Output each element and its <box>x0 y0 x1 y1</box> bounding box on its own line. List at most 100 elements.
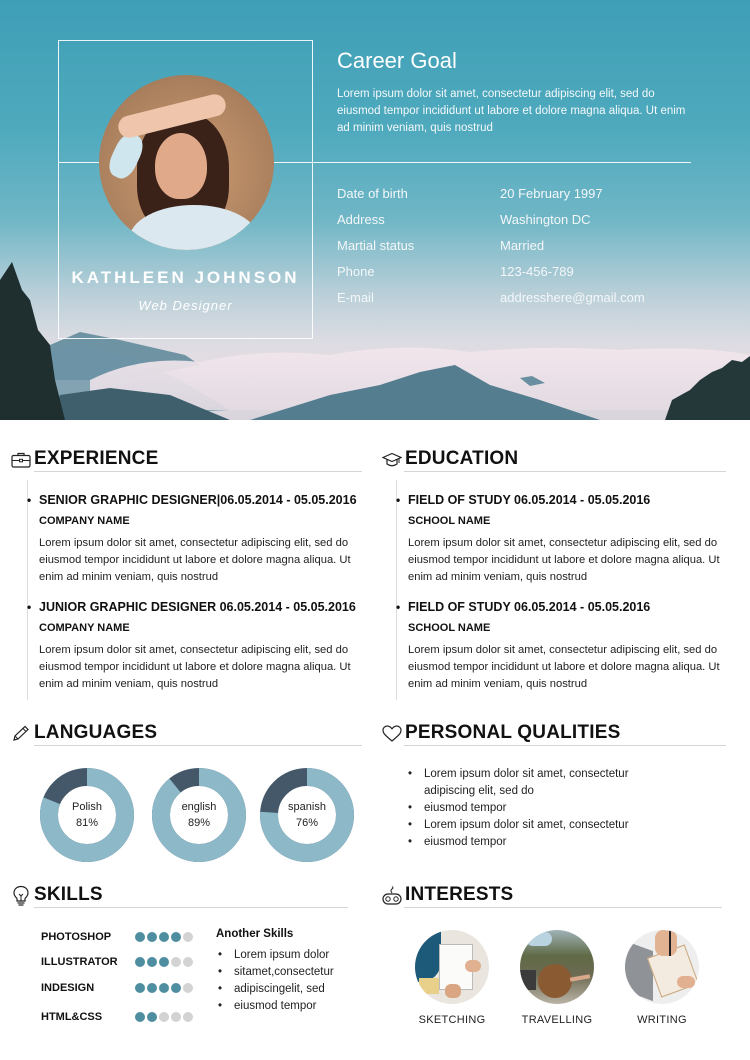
skill-name: INDESIGN <box>41 982 95 994</box>
skill-row: ILLUSTRATOR <box>41 956 193 968</box>
skill-dot-filled <box>135 983 145 993</box>
skill-dot-filled <box>159 957 169 967</box>
quality-item: eiusmod tempor <box>408 800 678 817</box>
graduation-cap-icon <box>381 450 403 470</box>
info-row-marital-status: Martial status Married <box>337 238 717 264</box>
language-percent: 81% <box>75 817 99 829</box>
skill-rating <box>135 1012 193 1022</box>
skill-dot-empty <box>183 983 193 993</box>
info-row-address: Address Washington DC <box>337 212 717 238</box>
info-row-phone: Phone 123-456-789 <box>337 264 717 290</box>
skill-dot-empty <box>183 932 193 942</box>
another-skill-item: adipiscingelit, sed <box>218 981 334 998</box>
job-description: Lorem ipsum dolor sit amet, consectetur … <box>39 644 351 690</box>
interest-item: WRITING <box>617 930 707 1026</box>
field-of-study-dates: FIELD OF STUDY 06.05.2014 - 05.05.2016 <box>396 600 738 614</box>
language-label: spanish 76% <box>260 799 354 831</box>
education-description: Lorem ipsum dolor sit amet, consectetur … <box>408 644 720 690</box>
info-label: Date of birth <box>337 186 408 201</box>
info-value: Married <box>500 238 545 253</box>
interest-label: WRITING <box>637 1014 687 1026</box>
education-timeline <box>396 480 397 700</box>
another-skills-list: Lorem ipsum dolor sitamet,consectetur ad… <box>218 947 334 1015</box>
school-name: SCHOOL NAME <box>408 622 491 634</box>
language-label: Polish 81% <box>40 799 134 831</box>
profile-job-title: Web Designer <box>138 298 233 313</box>
sketching-photo <box>415 930 489 1004</box>
language-percent: 89% <box>187 817 211 829</box>
info-label: Phone <box>337 264 375 279</box>
language-percent: 76% <box>295 817 319 829</box>
profile-name: KATHLEEN JOHNSON <box>71 268 300 287</box>
language-name: Polish <box>72 801 102 813</box>
writing-photo <box>625 930 699 1004</box>
header-banner: KATHLEEN JOHNSON Web Designer Career Goa… <box>0 0 750 420</box>
skill-name: HTML&CSS <box>41 1011 103 1023</box>
pencil-icon <box>10 724 32 744</box>
skill-row: INDESIGN <box>41 982 193 994</box>
skill-dot-filled <box>147 932 157 942</box>
another-skills-title: Another Skills <box>216 928 294 940</box>
education-heading: EDUCATION <box>381 448 518 470</box>
personal-qualities-list: Lorem ipsum dolor sit amet, consectetur … <box>408 766 678 851</box>
job-title-dates: JUNIOR GRAPHIC DESIGNER 06.05.2014 - 05.… <box>27 600 369 614</box>
personal-info-table: Date of birth 20 February 1997 Address W… <box>337 186 717 316</box>
interests-heading: INTERESTS <box>381 884 513 906</box>
education-description: Lorem ipsum dolor sit amet, consectetur … <box>408 537 720 583</box>
personal-qualities-rule <box>404 745 726 746</box>
skill-dot-filled <box>159 983 169 993</box>
skill-rating <box>135 957 193 967</box>
job-description: Lorem ipsum dolor sit amet, consectetur … <box>39 537 351 583</box>
skill-name: ILLUSTRATOR <box>41 956 118 968</box>
section-title: EXPERIENCE <box>34 448 159 469</box>
interest-item: TRAVELLING <box>512 930 602 1026</box>
skill-dot-empty <box>183 1012 193 1022</box>
career-goal-heading: Career Goal <box>337 48 457 73</box>
info-label: E-mail <box>337 290 374 305</box>
personal-qualities-heading: PERSONAL QUALITIES <box>381 722 620 744</box>
language-label: english 89% <box>152 799 246 831</box>
languages-heading: LANGUAGES <box>10 722 157 744</box>
another-skill-item: eiusmod tempor <box>218 998 334 1015</box>
section-title: PERSONAL QUALITIES <box>405 722 621 743</box>
briefcase-icon <box>10 450 32 470</box>
skill-name: PHOTOSHOP <box>41 931 112 943</box>
travelling-photo <box>520 930 594 1004</box>
profile-photo <box>99 75 274 250</box>
skill-dot-empty <box>159 1012 169 1022</box>
skills-heading: SKILLS <box>10 884 103 906</box>
skill-dot-filled <box>147 983 157 993</box>
education-rule <box>404 471 726 472</box>
interest-label: SKETCHING <box>418 1014 486 1026</box>
experience-entry: JUNIOR GRAPHIC DESIGNER 06.05.2014 - 05.… <box>27 600 369 693</box>
interest-label: TRAVELLING <box>521 1014 593 1026</box>
section-title: EDUCATION <box>405 448 519 469</box>
language-donut: spanish 76% <box>260 768 354 862</box>
section-title: INTERESTS <box>405 884 514 905</box>
info-row-email: E-mail addresshere@gmail.com <box>337 290 717 316</box>
heart-icon <box>381 724 403 744</box>
company-name: COMPANY NAME <box>39 622 130 634</box>
skill-dot-filled <box>171 932 181 942</box>
section-title: SKILLS <box>34 884 103 905</box>
skill-dot-empty <box>183 957 193 967</box>
quality-item: Lorem ipsum dolor sit amet, consectetur … <box>408 766 678 800</box>
experience-heading: EXPERIENCE <box>10 448 158 470</box>
field-of-study-dates: FIELD OF STUDY 06.05.2014 - 05.05.2016 <box>396 493 738 507</box>
quality-item: eiusmod tempor <box>408 834 678 851</box>
school-name: SCHOOL NAME <box>408 515 491 527</box>
skill-dot-filled <box>147 957 157 967</box>
skill-dot-filled <box>135 932 145 942</box>
quality-item: Lorem ipsum dolor sit amet, consectetur <box>408 817 678 834</box>
language-donut: Polish 81% <box>40 768 134 862</box>
skill-dot-empty <box>171 1012 181 1022</box>
skill-row: HTML&CSS <box>41 1011 193 1023</box>
section-title: LANGUAGES <box>34 722 158 743</box>
skill-rating <box>135 983 193 993</box>
language-name: english <box>181 801 217 813</box>
lightbulb-icon <box>10 885 32 906</box>
interests-rule <box>404 907 722 908</box>
skill-dot-empty <box>171 957 181 967</box>
info-value: addresshere@gmail.com <box>500 290 645 305</box>
experience-rule <box>34 471 362 472</box>
